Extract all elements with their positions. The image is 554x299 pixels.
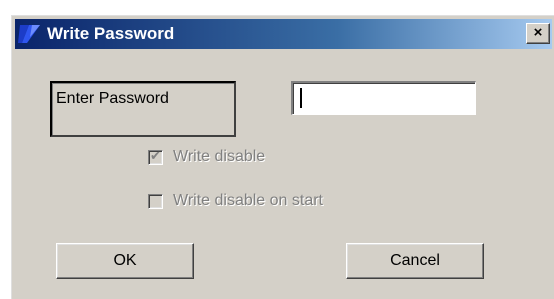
title-bar[interactable]: Write Password × [15,19,552,49]
text-caret [300,88,302,108]
password-label-box: Enter Password [50,81,236,137]
dialog-window: Write Password × Enter Password ✔ Write … [11,15,554,299]
ok-button[interactable]: OK [56,243,194,279]
write-disable-checkbox[interactable]: ✔ [148,147,163,165]
close-icon: × [533,24,543,41]
password-input[interactable] [291,81,476,115]
app-logo-icon [18,25,40,43]
close-button[interactable]: × [526,23,550,44]
cancel-button[interactable]: Cancel [346,243,484,279]
write-disable-on-start-checkbox[interactable] [148,193,163,209]
write-disable-on-start-label: Write disable on start [173,192,323,209]
write-disable-on-start-option: Write disable on start [148,191,323,211]
window-title: Write Password [47,24,175,43]
write-disable-option: ✔ Write disable [148,147,265,167]
write-disable-label: Write disable [173,148,266,165]
password-label: Enter Password [56,90,169,107]
checkmark-icon: ✔ [150,147,161,163]
